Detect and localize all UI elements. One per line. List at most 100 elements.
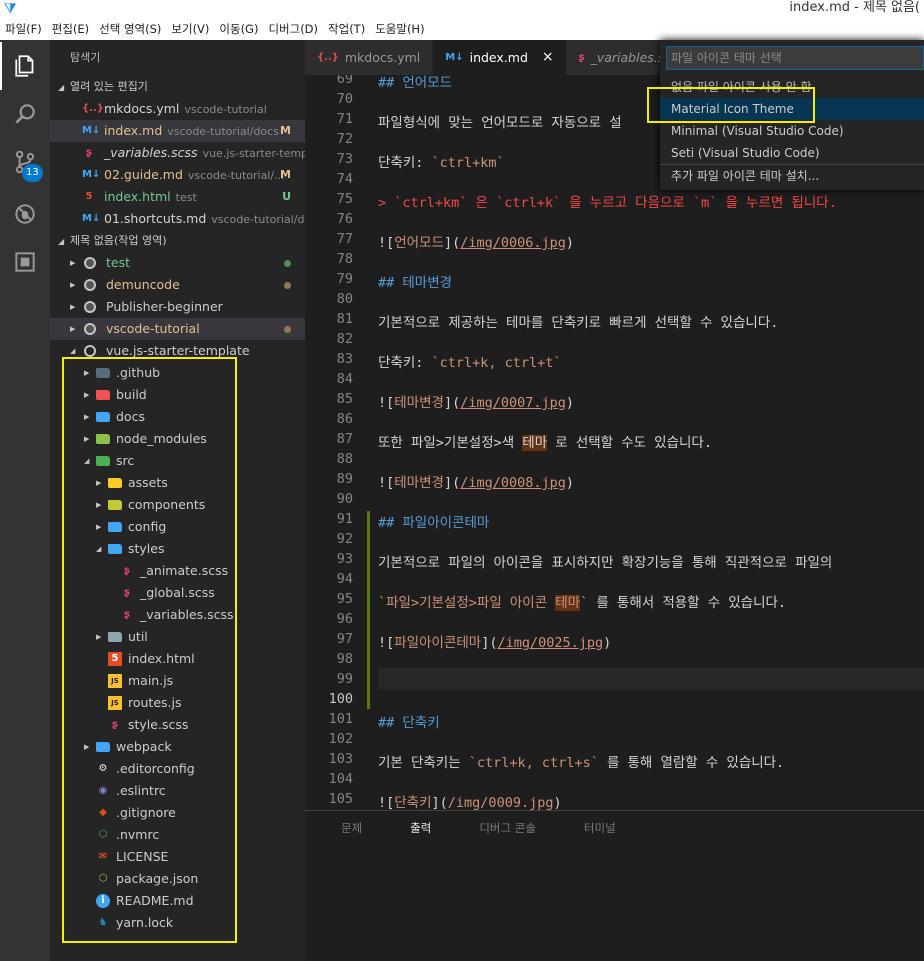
link-url[interactable]: /img/0025.jpg [497,635,603,651]
quickpick-item-minimal[interactable]: Minimal (Visual Studio Code) [660,120,924,142]
debug-icon[interactable] [0,190,50,238]
code-line-77: ![언어모드](/img/0006.jpg) [378,231,574,251]
open-editor-item[interactable]: {..} mkdocs.yml vscode-tutorial [50,98,305,120]
tree-item[interactable]: ◢ src [50,450,305,472]
menu-help[interactable]: 도움말(H) [370,18,429,40]
tree-item-name: style.scss [128,717,189,732]
extensions-icon[interactable] [0,238,50,286]
tree-item[interactable]: ʂ _variables.scss [50,604,305,626]
code-line-69: ## 언어모드 [378,75,453,91]
tree-item[interactable]: ʂ style.scss [50,714,305,736]
file-name: index.html [104,189,171,204]
menu-view[interactable]: 보기(V) [166,18,214,40]
tree-item[interactable]: ◆ .gitignore [50,802,305,824]
tree-item-name: _animate.scss [140,563,229,578]
link-url[interactable]: /img/0009.jpg [448,795,554,810]
menu-debug[interactable]: 디버그(D) [263,18,323,40]
tree-item[interactable]: ʂ _animate.scss [50,560,305,582]
code-text: ]( [443,475,461,491]
open-editor-item[interactable]: M↓ index.md vscode-tutorial/docs M [50,120,305,142]
workspace-root-folder[interactable]: ▶ Publisher-beginner [50,296,305,318]
tree-item[interactable]: ▶ util [50,626,305,648]
open-editor-item[interactable]: M↓ 02.guide.md vscode-tutorial/... M [50,164,305,186]
open-editor-item[interactable]: ʂ _variables.scss vue.js-starter-templa... [50,142,305,164]
link-url[interactable]: /img/0007.jpg [460,395,566,411]
tree-item[interactable]: ▶ config [50,516,305,538]
tab-problems[interactable]: 문제 [341,820,362,836]
code-line-93: 기본적으로 파일의 아이콘을 표시하지만 확장기능을 통해 직관적으로 파일의 [378,555,833,571]
tree-item[interactable]: ◢ styles [50,538,305,560]
tree-item[interactable]: ⚙ .editorconfig [50,758,305,780]
line-number: 78 [336,251,353,267]
workspace-root-folder[interactable]: ▶ vscode-tutorial [50,318,305,340]
search-match: 테마 [522,435,548,451]
line-number: 75 [336,191,353,207]
tree-item[interactable]: ✉ LICENSE [50,846,305,868]
tree-item[interactable]: i README.md [50,890,305,912]
tree-item[interactable]: JS routes.js [50,692,305,714]
code-text: ]( [443,235,461,251]
link-url[interactable]: /img/0008.jpg [460,475,566,491]
tree-item[interactable]: JS main.js [50,670,305,692]
tab-terminal[interactable]: 터미널 [584,820,616,836]
modified-dot [284,260,291,267]
open-editor-item[interactable]: 5 index.html test U [50,186,305,208]
quickpick-item-install[interactable]: 추가 파일 아이콘 테마 설치... [660,165,924,187]
tab-debug-console[interactable]: 디버그 콘솔 [479,820,536,836]
menu-file[interactable]: 파일(F) [0,18,47,40]
quickpick-item-none[interactable]: 없음 파일 아이콘 사용 안 함 [660,76,924,98]
activity-bar: 13 [0,40,50,961]
tree-item[interactable]: ▶ .github [50,362,305,384]
tree-item[interactable]: ▶ webpack [50,736,305,758]
link-text: 언어모드 [394,235,444,251]
tree-item[interactable]: ◉ .eslintrc [50,780,305,802]
menu-selection[interactable]: 선택 영역(S) [94,18,166,40]
tree-item[interactable]: ▶ build [50,384,305,406]
file-path: vscode-tutorial/do... [211,213,305,226]
tree-item[interactable]: ♞ yarn.lock [50,912,305,934]
git-status-badge: U [282,190,291,203]
tab-index-md[interactable]: M↓ index.md × [433,40,567,75]
folder-icon [108,632,122,642]
file-type-icon: 5 [85,191,93,202]
close-icon[interactable]: × [542,40,554,75]
quickpick-input[interactable]: 파일 아이콘 테마 선택 [666,46,924,70]
tab-mkdocs[interactable]: {..} mkdocs.yml [305,40,434,75]
file-type-icon: ◉ [98,785,108,796]
tab-output[interactable]: 출력 [410,820,431,836]
tree-item-name: assets [128,475,168,490]
tree-item[interactable]: ▶ node_modules [50,428,305,450]
menu-tasks[interactable]: 작업(T) [323,18,370,40]
folder-icon [108,478,122,488]
git-added-gutter-mark [367,511,370,709]
open-editors-label: 열려 있는 편집기 [70,80,148,93]
modified-dot [284,282,291,289]
tree-item[interactable]: ⬡ package.json [50,868,305,890]
chevron-icon: ▶ [84,391,90,399]
link-text: 단축키 [394,795,432,810]
file-type-icon: JS [108,696,122,710]
menu-edit[interactable]: 편집(E) [47,18,94,40]
open-editor-item[interactable]: M↓01.shortcuts.md vscode-tutorial/do... [50,208,305,230]
search-icon[interactable] [0,90,50,138]
tree-item[interactable]: ▶ components [50,494,305,516]
tree-item[interactable]: ▶ assets [50,472,305,494]
explorer-icon[interactable] [0,42,50,90]
tree-item-name: _global.scss [140,585,215,600]
tree-item-name: yarn.lock [116,915,174,930]
workspace-root-folder[interactable]: ▶ demuncode [50,274,305,296]
quickpick-item-material[interactable]: Material Icon Theme [660,98,924,120]
menu-go[interactable]: 이동(G) [214,18,263,40]
tree-item[interactable]: ▶ docs [50,406,305,428]
workspace-header[interactable]: ◢ 제목 없음(작업 영역) [50,230,305,252]
link-url[interactable]: /img/0006.jpg [460,235,566,251]
code-text: ) [603,635,612,651]
open-editors-header[interactable]: ◢ 열려 있는 편집기 [50,76,305,98]
quickpick-item-seti[interactable]: Seti (Visual Studio Code) [660,142,924,164]
tree-item[interactable]: ⬡ .nvmrc [50,824,305,846]
workspace-root-folder[interactable]: ▶ test [50,252,305,274]
tree-item-name: main.js [128,673,174,688]
tree-item[interactable]: 5 index.html [50,648,305,670]
tree-item[interactable]: ʂ _global.scss [50,582,305,604]
workspace-root-folder[interactable]: ◢ vue.js-starter-template [50,340,305,362]
